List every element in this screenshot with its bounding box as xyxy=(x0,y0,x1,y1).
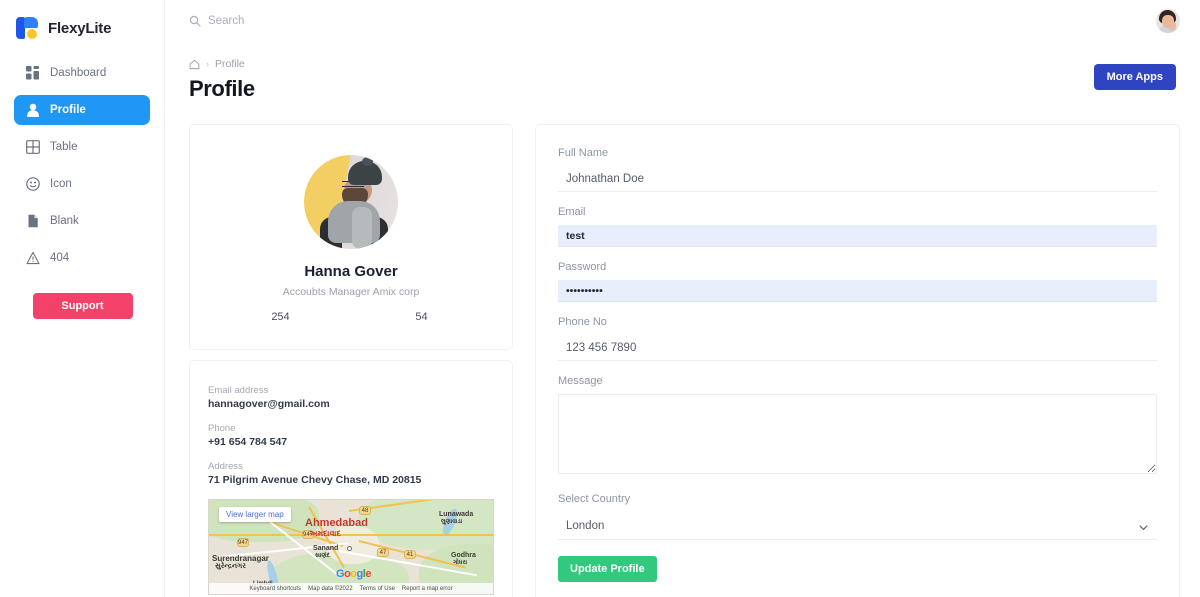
map-city-sublabel: લુણાવાડા xyxy=(441,519,462,526)
sidebar-item-label: Dashboard xyxy=(50,67,106,79)
left-column: Hanna Gover Accoubts Manager Amix corp 2… xyxy=(189,124,513,597)
profile-role: Accoubts Manager Amix corp xyxy=(210,286,492,298)
brand-logo[interactable]: FlexyLite xyxy=(0,0,164,44)
user-avatar[interactable] xyxy=(1156,9,1180,33)
select-country-label: Select Country xyxy=(558,493,1157,505)
password-label: Password xyxy=(558,261,1157,273)
phone-input[interactable] xyxy=(558,335,1157,361)
map-city-sublabel: સાણંદ xyxy=(315,553,330,560)
full-name-label: Full Name xyxy=(558,147,1157,159)
main-area: › Profile Profile More Apps Hanna Gover xyxy=(165,0,1200,597)
sidebar: FlexyLite Dashboard Profile Table xyxy=(0,0,165,597)
message-label: Message xyxy=(558,375,1157,387)
page-header: › Profile Profile More Apps xyxy=(165,42,1200,102)
sidebar-item-label: Table xyxy=(50,141,78,153)
map-route-shield: 947 xyxy=(237,538,249,547)
profile-form-card: Full Name Email Password Phone No Messag… xyxy=(535,124,1180,597)
sidebar-item-profile[interactable]: Profile xyxy=(14,95,150,125)
search-icon xyxy=(189,15,201,27)
search-box[interactable] xyxy=(189,15,388,27)
map-city-label: Sanand xyxy=(313,545,338,552)
brand-name: FlexyLite xyxy=(48,20,111,37)
contact-value-email: hannagover@gmail.com xyxy=(208,398,494,410)
contact-label: Phone xyxy=(208,423,494,434)
dashboard-grid-icon xyxy=(26,66,40,80)
support-button-container: Support xyxy=(0,293,165,319)
email-label: Email xyxy=(558,206,1157,218)
stat-value: 254 xyxy=(210,311,351,323)
contact-label: Address xyxy=(208,461,494,472)
document-page-icon xyxy=(26,214,40,228)
sidebar-item-table[interactable]: Table xyxy=(14,132,150,162)
phone-label: Phone No xyxy=(558,316,1157,328)
profile-stats: 254 54 xyxy=(210,311,492,323)
support-button[interactable]: Support xyxy=(33,293,133,319)
map-city-label: Ahmedabad xyxy=(305,517,368,529)
map-footer-item[interactable]: Keyboard shortcuts xyxy=(249,586,301,592)
warning-triangle-icon xyxy=(26,251,40,265)
profile-name: Hanna Gover xyxy=(210,263,492,280)
topbar xyxy=(165,0,1200,42)
right-column: Full Name Email Password Phone No Messag… xyxy=(535,124,1180,597)
update-profile-button[interactable]: Update Profile xyxy=(558,556,657,582)
view-larger-map-button[interactable]: View larger map xyxy=(219,507,291,522)
breadcrumb-separator: › xyxy=(206,59,209,69)
map-footer-item: Map data ©2022 xyxy=(308,586,352,592)
sidebar-item-label: Icon xyxy=(50,178,72,190)
app-root: FlexyLite Dashboard Profile Table xyxy=(0,0,1200,597)
contact-label: Email address xyxy=(208,385,494,396)
smiley-face-icon xyxy=(26,177,40,191)
map-marker-dot xyxy=(347,546,352,551)
email-input[interactable] xyxy=(558,225,1157,247)
breadcrumb-current[interactable]: Profile xyxy=(215,58,245,70)
map-city-label: Lunawada xyxy=(439,511,473,518)
more-apps-button[interactable]: More Apps xyxy=(1094,64,1176,90)
google-logo: Google xyxy=(336,568,371,580)
content-columns: Hanna Gover Accoubts Manager Amix corp 2… xyxy=(165,102,1200,597)
map-city-sublabel: સુરેન્દ્રનગર xyxy=(215,563,246,571)
stat-value: 54 xyxy=(351,311,492,323)
map-route-shield: 41 xyxy=(404,550,416,559)
location-map[interactable]: 48 947 947 47 41 Ahmedabad અમદાવાદ Lunaw… xyxy=(208,499,494,595)
profile-card: Hanna Gover Accoubts Manager Amix corp 2… xyxy=(189,124,513,350)
user-profile-icon xyxy=(26,103,40,117)
message-textarea[interactable] xyxy=(558,394,1157,474)
page-title: Profile xyxy=(189,76,255,102)
map-city-sublabel: અમદાવાદ xyxy=(309,529,341,539)
contact-value-address: 71 Pilgrim Avenue Chevy Chase, MD 20815 xyxy=(208,474,494,486)
home-icon[interactable] xyxy=(189,59,200,70)
sidebar-item-label: 404 xyxy=(50,252,69,264)
map-footer-item[interactable]: Report a map error xyxy=(402,586,453,592)
breadcrumb: › Profile xyxy=(189,58,255,70)
map-route-shield: 48 xyxy=(359,506,371,515)
select-country-dropdown[interactable]: London xyxy=(558,512,1157,540)
map-route-shield: 47 xyxy=(377,548,389,557)
contact-value-phone: +91 654 784 547 xyxy=(208,436,494,448)
table-grid-icon xyxy=(26,140,40,154)
map-city-label: Godhra xyxy=(451,552,476,559)
map-footer: Keyboard shortcuts Map data ©2022 Terms … xyxy=(209,583,493,594)
full-name-input[interactable] xyxy=(558,166,1157,192)
sidebar-item-label: Blank xyxy=(50,215,79,227)
contact-card: Email address hannagover@gmail.com Phone… xyxy=(189,360,513,597)
map-city-label: Surendranagar xyxy=(212,554,269,563)
select-country-wrapper: London xyxy=(558,512,1157,540)
map-city-sublabel: ગોધરા xyxy=(453,560,467,567)
password-input[interactable] xyxy=(558,280,1157,302)
sidebar-item-icon[interactable]: Icon xyxy=(14,169,150,199)
search-input[interactable] xyxy=(208,15,388,27)
sidebar-nav: Dashboard Profile Table Icon xyxy=(0,58,164,273)
flexylite-logo-icon xyxy=(16,16,40,40)
sidebar-item-dashboard[interactable]: Dashboard xyxy=(14,58,150,88)
map-footer-item[interactable]: Terms of Use xyxy=(360,586,395,592)
profile-photo xyxy=(304,155,398,249)
sidebar-item-404[interactable]: 404 xyxy=(14,243,150,273)
sidebar-item-blank[interactable]: Blank xyxy=(14,206,150,236)
sidebar-item-label: Profile xyxy=(50,104,86,116)
